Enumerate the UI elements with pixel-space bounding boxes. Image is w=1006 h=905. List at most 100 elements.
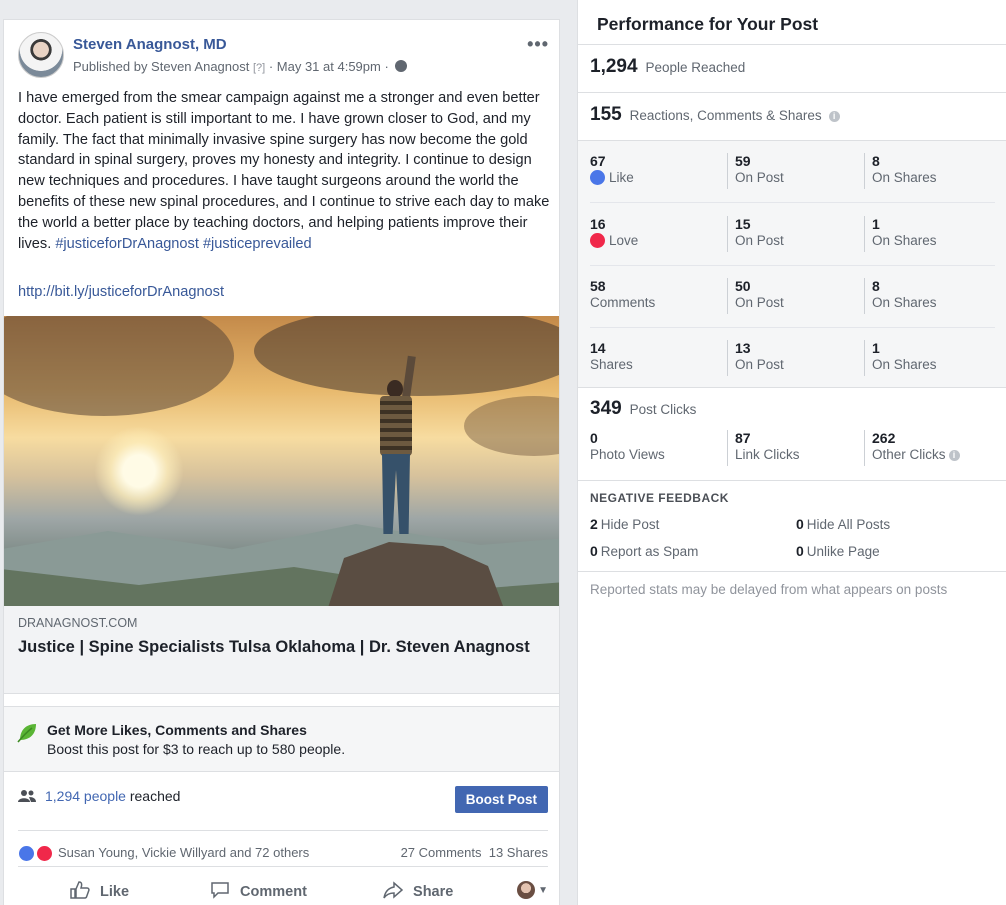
link-title[interactable]: Justice | Spine Specialists Tulsa Oklaho…: [18, 636, 538, 658]
comments-total: 58: [590, 278, 606, 294]
people-reached-stat: 1,294 People Reached: [590, 56, 745, 78]
author-name[interactable]: Steven Anagnost, MD: [73, 36, 227, 53]
photo-views-cell: 0 Photo Views: [590, 430, 720, 466]
share-button[interactable]: Share: [383, 881, 453, 900]
shares-label: Shares: [590, 357, 633, 372]
report-spam-num: 0: [590, 543, 598, 559]
comment-label: Comment: [240, 884, 307, 900]
on-post-label: On Post: [735, 170, 784, 185]
unlike-page-label: Unlike Page: [806, 544, 880, 559]
report-spam-stat: 0 Report as Spam: [590, 543, 698, 559]
action-bar: Like Comment Share ▼: [18, 866, 548, 905]
link-clicks-cell: 87 Link Clicks: [727, 430, 857, 466]
post-as-selector[interactable]: ▼: [517, 881, 548, 900]
author-avatar[interactable]: [18, 32, 64, 78]
negative-feedback-title: NEGATIVE FEEDBACK: [590, 491, 729, 505]
divider: [578, 480, 1006, 481]
other-clicks-cell: 262 Other Clicks i: [864, 430, 1004, 466]
unlike-page-stat: 0 Unlike Page: [796, 543, 880, 559]
other-clicks-label: Other Clicks: [872, 447, 946, 462]
love-icon: [36, 845, 53, 862]
hide-all-label: Hide All Posts: [806, 517, 891, 532]
globe-icon: [395, 60, 408, 72]
engagement-breakdown: 67 Like 59 On Post 8 On Shares 16 Love 1…: [578, 140, 1006, 388]
post-header: Steven Anagnost, MD Published by Steven …: [18, 32, 549, 80]
photo-views-num: 0: [590, 430, 598, 446]
reaction-names[interactable]: Susan Young, Vickie Willyard and 72 othe…: [58, 845, 309, 860]
cell-total: 58 Comments: [590, 278, 720, 314]
info-icon[interactable]: i: [828, 111, 840, 122]
on-shares-label: On Shares: [872, 357, 937, 372]
hide-post-label: Hide Post: [600, 517, 660, 532]
breakdown-row-shares: 14 Shares 13 On Post 1 On Shares: [590, 328, 995, 390]
shares-count-link[interactable]: 13 Shares: [489, 845, 548, 860]
hide-post-num: 2: [590, 516, 598, 532]
person-figure: [374, 355, 424, 546]
report-spam-label: Report as Spam: [600, 544, 699, 559]
love-icon: [590, 233, 605, 248]
breakdown-row-love: 16 Love 15 On Post 1 On Shares: [590, 204, 995, 266]
engagement-num: 155: [590, 104, 622, 125]
post-link[interactable]: http://bit.ly/justiceforDrAnagnost: [18, 284, 224, 300]
post-clicks-num: 349: [590, 398, 622, 419]
people-icon: [18, 790, 36, 802]
thumbs-up-icon: [70, 881, 90, 899]
shares-total: 14: [590, 340, 606, 356]
comment-icon: [211, 882, 229, 899]
performance-panel: Performance for Your Post 1,294 People R…: [577, 0, 1006, 905]
clicks-breakdown: 0 Photo Views 87 Link Clicks 262 Other C…: [590, 430, 995, 470]
on-post-label: On Post: [735, 295, 784, 310]
breakdown-row-like: 67 Like 59 On Post 8 On Shares: [590, 141, 995, 203]
boost-subtitle: Boost this post for $3 to reach up to 58…: [47, 741, 346, 757]
person-legs: [382, 454, 410, 534]
info-icon[interactable]: i: [948, 450, 960, 461]
like-icon: [590, 170, 605, 185]
cell-on-shares: 8 On Shares: [864, 153, 994, 189]
stats-footnote: Reported stats may be delayed from what …: [590, 582, 948, 597]
like-button[interactable]: Like: [70, 881, 129, 900]
viewer-avatar: [517, 881, 536, 900]
comments-on-post: 50: [735, 278, 751, 294]
leaf-icon: [17, 724, 36, 743]
engagement-label: Reactions, Comments & Shares: [629, 108, 822, 123]
post-hashtags[interactable]: #justiceforDrAnagnost #justiceprevailed: [55, 236, 311, 252]
comments-count-link[interactable]: 27 Comments: [401, 845, 482, 860]
person-body: [380, 396, 412, 456]
more-icon[interactable]: •••: [527, 34, 549, 55]
on-shares-label: On Shares: [872, 170, 937, 185]
published-date[interactable]: · May 31 at 4:59pm ·: [269, 59, 389, 74]
divider: [578, 44, 1006, 45]
link-domain: DRANAGNOST.COM: [18, 616, 138, 630]
on-post-label: On Post: [735, 233, 784, 248]
cloud-shape: [4, 316, 234, 416]
love-on-shares: 1: [872, 216, 880, 232]
hide-post-stat: 2 Hide Post: [590, 516, 659, 532]
link-clicks-label: Link Clicks: [735, 447, 800, 462]
other-clicks-num: 262: [872, 430, 896, 446]
reach-count-link[interactable]: 1,294 people: [45, 788, 126, 804]
love-total: 16: [590, 216, 606, 232]
published-line: Published by Steven Anagnost [?] · May 3…: [73, 59, 408, 74]
engagement-stat: 155 Reactions, Comments & Shares i: [590, 104, 840, 126]
boost-post-button[interactable]: Boost Post: [454, 786, 548, 813]
cell-on-shares: 8 On Shares: [864, 278, 994, 314]
cell-on-shares: 1 On Shares: [864, 340, 994, 376]
link-clicks-num: 87: [735, 430, 751, 446]
help-link[interactable]: [?]: [253, 62, 265, 74]
on-shares-label: On Shares: [872, 295, 937, 310]
shares-on-shares: 1: [872, 340, 880, 356]
like-on-post: 59: [735, 153, 751, 169]
post-image[interactable]: [4, 316, 559, 606]
cell-on-shares: 1 On Shares: [864, 216, 994, 252]
like-label: Like: [609, 170, 634, 185]
sun-shape: [94, 426, 184, 516]
cloud-shape: [464, 396, 559, 456]
link-preview[interactable]: DRANAGNOST.COM Justice | Spine Specialis…: [4, 606, 559, 694]
cell-total: 67 Like: [590, 153, 720, 189]
post-clicks-label: Post Clicks: [629, 402, 697, 417]
reaction-icons[interactable]: [18, 845, 58, 863]
published-prefix: Published by Steven Anagnost: [73, 59, 250, 74]
comment-button[interactable]: Comment: [210, 881, 307, 900]
reach-row: 1,294 people reached Boost Post: [18, 786, 548, 816]
reach-suffix: reached: [129, 788, 181, 804]
